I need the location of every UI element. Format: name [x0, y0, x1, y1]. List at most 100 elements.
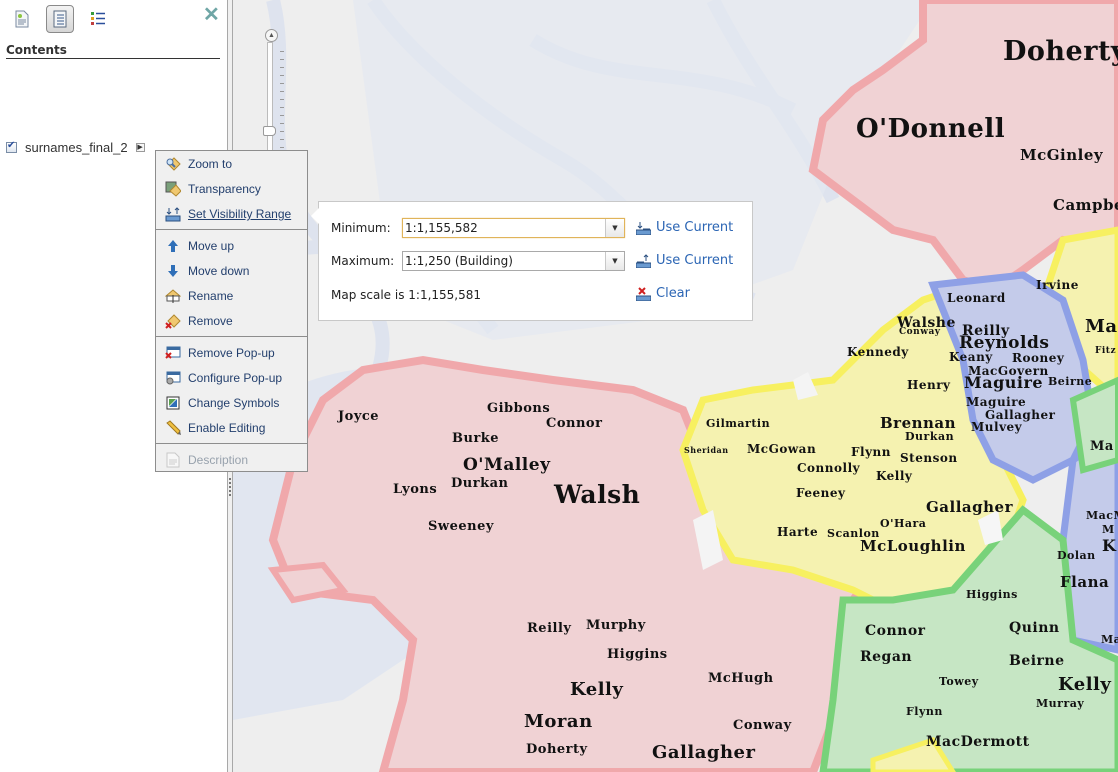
menu-item-set-visibility-range[interactable]: Set Visibility Range — [156, 203, 307, 225]
zoom-in-icon: ▲ — [268, 32, 275, 39]
configure-popup-icon — [165, 370, 181, 386]
menu-item-transparency[interactable]: Transparency — [156, 178, 307, 200]
map-label: Feeney — [796, 486, 846, 500]
menu-item-enable-editing[interactable]: Enable Editing — [156, 417, 307, 439]
map-label: Walsh — [554, 480, 641, 509]
layer-options-button[interactable]: ▶ — [135, 142, 145, 152]
map-label: Harte — [777, 525, 819, 539]
map-label: Connor — [546, 416, 603, 431]
map-label: MacDermott — [926, 734, 1030, 750]
map-label: Flana — [1060, 573, 1110, 591]
zoom-tick — [280, 91, 284, 92]
map-label: Gilmartin — [706, 417, 771, 430]
map-label: Ma — [1101, 633, 1118, 646]
clear-icon — [636, 286, 651, 301]
map-label: Lyons — [393, 482, 438, 497]
map-label: O'Malley — [463, 455, 551, 475]
map-label: Moran — [524, 711, 593, 732]
map-label: Higgins — [607, 647, 668, 662]
map-label: Keany — [949, 350, 993, 364]
visibility-range-icon — [165, 206, 181, 222]
map-label: Irvine — [1036, 278, 1079, 292]
popup-pointer — [311, 208, 319, 224]
maximum-use-current-link[interactable]: Use Current — [636, 253, 733, 268]
clear-link[interactable]: Clear — [636, 286, 690, 301]
layer-visibility-checkbox[interactable] — [6, 140, 17, 153]
map-label: M — [1102, 523, 1115, 536]
menu-item-move-up[interactable]: Move up — [156, 235, 307, 257]
title-divider — [6, 58, 220, 59]
zoom-in-button[interactable]: ▲ — [265, 29, 278, 42]
map-label: Sweeney — [428, 519, 494, 534]
map-label: Regan — [860, 649, 913, 665]
menu-item-rename[interactable]: Rename — [156, 285, 307, 307]
chevron-down-icon: ▼ — [612, 257, 618, 265]
map-label: Fitz — [1095, 346, 1117, 356]
menu-item-configure-popup[interactable]: Configure Pop-up — [156, 367, 307, 389]
pencil-icon — [165, 420, 181, 436]
map-label: Joyce — [338, 409, 380, 424]
details-tab-button[interactable] — [8, 5, 36, 33]
map-label: Ma — [1090, 439, 1114, 454]
layer-context-menu: Zoom to Transparency Set Visibility Rang… — [155, 150, 308, 472]
details-icon — [15, 10, 29, 28]
triangle-right-icon: ▶ — [137, 143, 143, 151]
zoom-slider-thumb[interactable] — [263, 126, 276, 136]
menu-item-zoom-to[interactable]: Zoom to — [156, 153, 307, 175]
use-current-min-icon — [636, 221, 651, 235]
map-label: Reilly — [527, 621, 572, 636]
map-label: Kelly — [876, 469, 913, 483]
map-label: Henry — [907, 378, 951, 392]
arrow-down-icon — [165, 263, 181, 279]
zoom-slider[interactable]: ▲ — [263, 29, 284, 171]
map-label: Maguire — [966, 395, 1027, 409]
map-label: McHugh — [708, 671, 774, 686]
transparency-icon — [165, 181, 181, 197]
layer-name[interactable]: surnames_final_2 — [25, 140, 128, 155]
map-view[interactable]: Doherty O'Donnell McGinley Campbell Irvi… — [233, 0, 1118, 772]
minimum-scale-value: 1:1,155,582 — [405, 221, 478, 235]
layer-item: surnames_final_2 ▶ — [6, 139, 145, 155]
use-current-max-icon — [636, 253, 651, 268]
menu-separator — [156, 229, 307, 230]
zoom-tick — [280, 51, 284, 52]
legend-tab-button[interactable] — [84, 5, 112, 33]
contents-icon — [53, 10, 67, 28]
maximum-dropdown-button[interactable]: ▼ — [605, 252, 624, 270]
map-label: Gibbons — [487, 401, 551, 416]
zoom-tick — [280, 139, 284, 140]
minimum-scale-combobox[interactable]: 1:1,155,582 ▼ — [402, 218, 625, 238]
zoom-tick — [280, 99, 284, 100]
contents-tab-button[interactable] — [46, 5, 74, 33]
map-label: MacM — [1086, 509, 1118, 522]
minimum-use-current-link[interactable]: Use Current — [636, 220, 733, 235]
map-label: Conway — [899, 327, 941, 337]
map-label: Maguire — [1085, 316, 1118, 337]
maximum-scale-combobox[interactable]: 1:1,250 (Building) ▼ — [402, 251, 625, 271]
maximum-label: Maximum: — [331, 254, 395, 268]
map-label: Leonard — [947, 291, 1006, 305]
menu-item-description: Description — [156, 449, 307, 471]
map-label: Dolan — [1057, 549, 1096, 562]
menu-item-remove[interactable]: Remove — [156, 310, 307, 332]
map-label: Connor — [865, 623, 926, 639]
minimum-dropdown-button[interactable]: ▼ — [605, 219, 624, 237]
map-label: Stenson — [900, 451, 958, 465]
map-label: Mulvey — [971, 420, 1023, 434]
map-label: Gallagher — [652, 742, 756, 763]
zoom-tick — [280, 83, 284, 84]
map-label: Doherty — [1003, 36, 1118, 67]
zoom-to-icon — [165, 156, 181, 172]
menu-item-move-down[interactable]: Move down — [156, 260, 307, 282]
menu-item-change-symbols[interactable]: Change Symbols — [156, 392, 307, 414]
map-label: Durkan — [905, 430, 955, 443]
rename-icon — [165, 288, 181, 304]
map-label: Beirne — [1048, 375, 1093, 388]
map-label: O'Hara — [880, 517, 927, 530]
map-label: Kelly — [1058, 674, 1112, 695]
chevron-down-icon: ▼ — [612, 224, 618, 232]
map-label: McGowan — [747, 442, 817, 456]
maximum-scale-value: 1:1,250 (Building) — [405, 254, 513, 268]
close-icon[interactable]: ✕ — [203, 5, 220, 25]
menu-item-remove-popup[interactable]: Remove Pop-up — [156, 342, 307, 364]
